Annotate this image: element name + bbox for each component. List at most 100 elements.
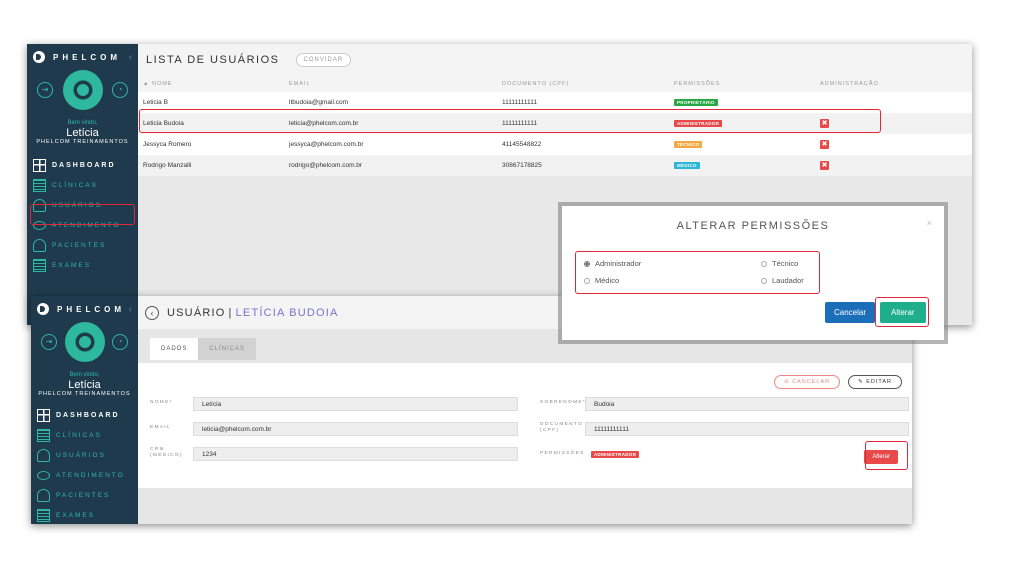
brand: PHELCOM ‹ xyxy=(27,44,138,70)
column-header-email: EMAIL xyxy=(284,76,497,92)
page-title-user-name: LETÍCIA BUDOIA xyxy=(235,306,339,319)
bell-icon[interactable]: ◔ xyxy=(112,82,128,98)
radio-empty-icon xyxy=(761,260,767,267)
sidebar-item-label: EXAMES xyxy=(52,261,92,269)
sidebar-item-label: EXAMES xyxy=(56,511,96,519)
field-label-permissoes: PERMISSÕES xyxy=(540,451,585,456)
sidebar-item-users[interactable]: USUÁRIOS xyxy=(31,445,138,465)
delete-user-icon[interactable]: ✖ xyxy=(820,140,829,149)
delete-user-icon[interactable]: ✖ xyxy=(820,119,829,128)
sidebar-item-patients[interactable]: PACIENTES xyxy=(27,235,138,255)
users-table: ▲ NOME EMAIL DOCUMENTO (CPF) PERMISSÕES … xyxy=(138,76,972,176)
phelcom-logo-icon xyxy=(37,303,49,315)
sidebar-item-clinics[interactable]: CLÍNICAS xyxy=(27,175,138,195)
user-name-cell: Leticia Budoia xyxy=(138,113,284,134)
delete-user-icon[interactable]: ✖ xyxy=(820,161,829,170)
radio-laudador[interactable]: Laudador xyxy=(761,276,804,285)
sidebar-item-dashboard[interactable]: DASHBOARD xyxy=(31,405,138,425)
tab-dados[interactable]: DADOS xyxy=(150,338,199,360)
sidebar-item-label: DASHBOARD xyxy=(52,161,116,169)
table-row[interactable]: Leticia Budoia leticia@phelcom.com.br 1111… xyxy=(138,113,972,134)
table-row[interactable]: Leticia Bltbudoia@gmail.com 11111111111 PR… xyxy=(138,92,972,113)
sidebar-item-label: CLÍNICAS xyxy=(52,181,98,189)
logout-icon[interactable]: ⇥ xyxy=(41,334,57,350)
table-row[interactable]: Rodrigo Manzalli rodrigo@phelcom.com.br 30… xyxy=(138,155,972,176)
column-header-cpf: DOCUMENTO (CPF) xyxy=(497,76,669,92)
change-permissions-modal: ALTERAR PERMISSÕES × Administrador Médic… xyxy=(562,206,944,340)
modal-title: ALTERAR PERMISSÕES xyxy=(676,220,830,232)
page-title: USUÁRIO | LETÍCIA BUDOIA xyxy=(167,307,339,319)
building-icon xyxy=(37,428,50,442)
bell-icon[interactable]: ◔ xyxy=(112,334,128,350)
chevron-left-icon[interactable]: ‹ xyxy=(129,52,132,63)
users-icon xyxy=(33,198,46,212)
company-name: PHELCOM TREINAMENTOS xyxy=(38,391,131,397)
eye-icon xyxy=(33,220,46,230)
profile: ⇥ ◔ xyxy=(27,70,138,120)
administration-cell xyxy=(815,92,972,113)
sidebar-item-exams[interactable]: EXAMES xyxy=(27,255,138,275)
sidebar-item-attendance[interactable]: ATENDIMENTO xyxy=(27,215,138,235)
page-title-label: USUÁRIO xyxy=(167,306,226,319)
user-email-cell: rodrigo@phelcom.com.br xyxy=(284,155,497,176)
dashboard-icon xyxy=(33,158,46,172)
eye-icon xyxy=(37,470,50,480)
invite-button[interactable]: CONVIDAR xyxy=(295,53,352,67)
back-arrow-icon[interactable]: ‹ xyxy=(145,305,159,320)
alter-permission-button[interactable]: Alterar xyxy=(864,450,898,464)
email-field[interactable]: leticia@phelcom.com.br xyxy=(193,422,518,436)
sidebar-item-label: PACIENTES xyxy=(52,241,107,249)
permission-badge: ADMINISTRADOR xyxy=(591,451,640,458)
tab-clinicas[interactable]: CLÍNICAS xyxy=(198,338,257,360)
permission-badge: PROPRIETÁRIO xyxy=(674,99,718,106)
phelcom-logo-icon xyxy=(33,51,45,63)
sobrenome-field[interactable]: Budoia xyxy=(585,397,909,411)
profile-user-name: Letícia xyxy=(66,127,99,139)
user-cpf-cell: 30867178825 xyxy=(497,155,669,176)
radio-selected-icon xyxy=(584,260,590,267)
sidebar: PHELCOM ‹ ⇥ ◔ Bem vindo, Letícia PHELCOM… xyxy=(27,44,138,325)
sidebar-item-label: USUÁRIOS xyxy=(52,201,102,209)
table-row[interactable]: Jessyca Romero jessyca@phelcom.com.br 4114… xyxy=(138,134,972,155)
user-cpf-cell: 11111111111 xyxy=(497,113,669,134)
user-cpf-cell: 41145548822 xyxy=(497,134,669,155)
user-form-panel: ⊘ CANCELAR ✎ EDITAR NOME* Letícia EMAIL … xyxy=(138,363,912,488)
edit-button[interactable]: ✎ EDITAR xyxy=(848,375,902,389)
radio-tecnico[interactable]: Técnico xyxy=(761,259,798,268)
sidebar-item-label: CLÍNICAS xyxy=(56,431,102,439)
close-icon[interactable]: × xyxy=(927,218,932,228)
logout-icon[interactable]: ⇥ xyxy=(37,82,53,98)
radio-label: Técnico xyxy=(772,259,799,268)
user-email-cell: leticia@phelcom.com.br xyxy=(284,113,497,134)
radio-administrador[interactable]: Administrador xyxy=(584,259,641,268)
sidebar-item-exams[interactable]: EXAMES xyxy=(31,505,138,524)
sidebar-item-label: PACIENTES xyxy=(56,491,111,499)
radio-medico[interactable]: Médico xyxy=(584,276,619,285)
sidebar: PHELCOM ‹ ⇥ ◔ Bem vindo, Letícia PHELCOM… xyxy=(31,296,138,524)
permission-badge: MÉDICO xyxy=(674,162,700,169)
column-header-name[interactable]: ▲ NOME xyxy=(138,76,284,92)
sidebar-item-clinics[interactable]: CLÍNICAS xyxy=(31,425,138,445)
field-label-sobrenome: SOBRENOME* xyxy=(540,400,587,405)
user-cpf-cell: 11111111111 xyxy=(497,92,669,113)
documento-field[interactable]: 11111111111 xyxy=(585,422,909,436)
title-separator: | xyxy=(228,306,233,319)
modal-confirm-button[interactable]: Alterar xyxy=(880,302,926,323)
administration-cell: ✖ xyxy=(815,134,972,155)
chevron-left-icon[interactable]: ‹ xyxy=(129,304,132,315)
sidebar-item-users[interactable]: USUÁRIOS xyxy=(27,195,138,215)
nome-field[interactable]: Letícia xyxy=(193,397,518,411)
sidebar-item-label: ATENDIMENTO xyxy=(52,221,121,229)
crm-field[interactable]: 1234 xyxy=(193,447,518,461)
user-icon xyxy=(33,238,46,252)
avatar xyxy=(65,322,105,362)
sidebar-item-patients[interactable]: PACIENTES xyxy=(31,485,138,505)
sidebar-item-dashboard[interactable]: DASHBOARD xyxy=(27,155,138,175)
radio-empty-icon xyxy=(584,277,590,284)
sidebar-item-attendance[interactable]: ATENDIMENTO xyxy=(31,465,138,485)
modal-cancel-button[interactable]: Cancelar xyxy=(825,302,876,323)
user-name-cell: Leticia B xyxy=(138,92,284,113)
sidebar-item-label: DASHBOARD xyxy=(56,411,120,419)
permission-badge: ADMINISTRADOR xyxy=(674,120,723,127)
cancel-edit-button[interactable]: ⊘ CANCELAR xyxy=(774,375,841,389)
